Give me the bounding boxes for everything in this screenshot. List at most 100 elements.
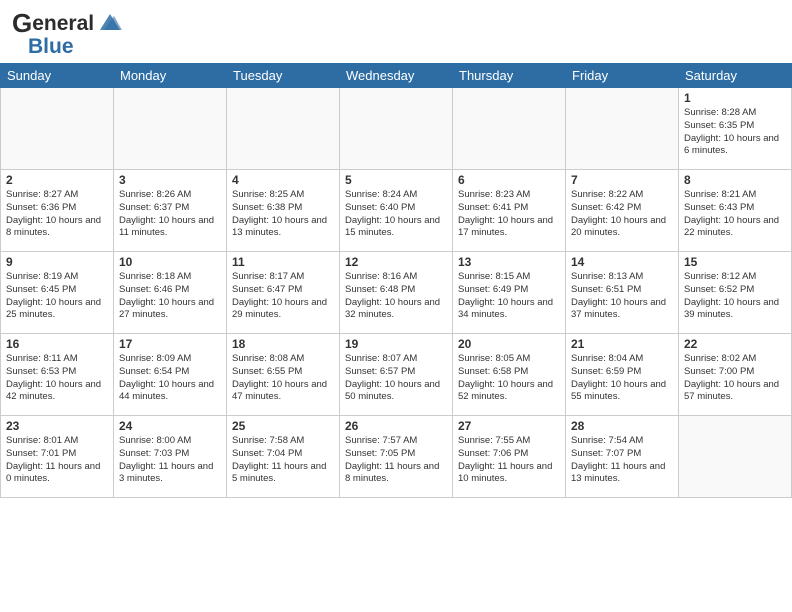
- calendar-cell: 22 Sunrise: 8:02 AM Sunset: 7:00 PM Dayli…: [679, 334, 792, 416]
- day-number: 11: [232, 255, 334, 269]
- calendar-cell: 4 Sunrise: 8:25 AM Sunset: 6:38 PM Daylig…: [227, 170, 340, 252]
- day-header-friday: Friday: [566, 64, 679, 88]
- day-info: Sunrise: 7:57 AM Sunset: 7:05 PM Dayligh…: [345, 435, 447, 486]
- day-number: 7: [571, 173, 673, 187]
- calendar-cell: [679, 416, 792, 498]
- day-number: 21: [571, 337, 673, 351]
- calendar-cell: [340, 88, 453, 170]
- calendar-cell: 15 Sunrise: 8:12 AM Sunset: 6:52 PM Dayli…: [679, 252, 792, 334]
- calendar-cell: 7 Sunrise: 8:22 AM Sunset: 6:42 PM Daylig…: [566, 170, 679, 252]
- day-number: 28: [571, 419, 673, 433]
- day-info: Sunrise: 8:11 AM Sunset: 6:53 PM Dayligh…: [6, 353, 108, 404]
- day-info: Sunrise: 8:00 AM Sunset: 7:03 PM Dayligh…: [119, 435, 221, 486]
- day-header-tuesday: Tuesday: [227, 64, 340, 88]
- calendar-cell: 23 Sunrise: 8:01 AM Sunset: 7:01 PM Dayli…: [1, 416, 114, 498]
- day-info: Sunrise: 8:26 AM Sunset: 6:37 PM Dayligh…: [119, 189, 221, 240]
- day-number: 15: [684, 255, 786, 269]
- day-info: Sunrise: 8:04 AM Sunset: 6:59 PM Dayligh…: [571, 353, 673, 404]
- calendar-cell: 19 Sunrise: 8:07 AM Sunset: 6:57 PM Dayli…: [340, 334, 453, 416]
- day-number: 19: [345, 337, 447, 351]
- calendar-cell: 5 Sunrise: 8:24 AM Sunset: 6:40 PM Daylig…: [340, 170, 453, 252]
- calendar-cell: 27 Sunrise: 7:55 AM Sunset: 7:06 PM Dayli…: [453, 416, 566, 498]
- calendar-cell: 16 Sunrise: 8:11 AM Sunset: 6:53 PM Dayli…: [1, 334, 114, 416]
- day-info: Sunrise: 8:12 AM Sunset: 6:52 PM Dayligh…: [684, 271, 786, 322]
- day-info: Sunrise: 8:13 AM Sunset: 6:51 PM Dayligh…: [571, 271, 673, 322]
- calendar-cell: [566, 88, 679, 170]
- day-info: Sunrise: 8:18 AM Sunset: 6:46 PM Dayligh…: [119, 271, 221, 322]
- day-number: 10: [119, 255, 221, 269]
- calendar-cell: 26 Sunrise: 7:57 AM Sunset: 7:05 PM Dayli…: [340, 416, 453, 498]
- day-info: Sunrise: 8:24 AM Sunset: 6:40 PM Dayligh…: [345, 189, 447, 240]
- day-info: Sunrise: 7:55 AM Sunset: 7:06 PM Dayligh…: [458, 435, 560, 486]
- day-info: Sunrise: 7:54 AM Sunset: 7:07 PM Dayligh…: [571, 435, 673, 486]
- calendar-cell: 9 Sunrise: 8:19 AM Sunset: 6:45 PM Daylig…: [1, 252, 114, 334]
- day-number: 20: [458, 337, 560, 351]
- day-info: Sunrise: 8:17 AM Sunset: 6:47 PM Dayligh…: [232, 271, 334, 322]
- calendar-cell: 28 Sunrise: 7:54 AM Sunset: 7:07 PM Dayli…: [566, 416, 679, 498]
- day-number: 5: [345, 173, 447, 187]
- day-number: 26: [345, 419, 447, 433]
- day-number: 3: [119, 173, 221, 187]
- calendar-cell: 2 Sunrise: 8:27 AM Sunset: 6:36 PM Daylig…: [1, 170, 114, 252]
- day-info: Sunrise: 8:07 AM Sunset: 6:57 PM Dayligh…: [345, 353, 447, 404]
- day-info: Sunrise: 7:58 AM Sunset: 7:04 PM Dayligh…: [232, 435, 334, 486]
- calendar-cell: 21 Sunrise: 8:04 AM Sunset: 6:59 PM Dayli…: [566, 334, 679, 416]
- day-info: Sunrise: 8:08 AM Sunset: 6:55 PM Dayligh…: [232, 353, 334, 404]
- day-number: 17: [119, 337, 221, 351]
- day-header-wednesday: Wednesday: [340, 64, 453, 88]
- calendar-cell: 10 Sunrise: 8:18 AM Sunset: 6:46 PM Dayli…: [114, 252, 227, 334]
- calendar-cell: [227, 88, 340, 170]
- calendar-cell: 3 Sunrise: 8:26 AM Sunset: 6:37 PM Daylig…: [114, 170, 227, 252]
- day-info: Sunrise: 8:23 AM Sunset: 6:41 PM Dayligh…: [458, 189, 560, 240]
- calendar-cell: 12 Sunrise: 8:16 AM Sunset: 6:48 PM Dayli…: [340, 252, 453, 334]
- day-info: Sunrise: 8:09 AM Sunset: 6:54 PM Dayligh…: [119, 353, 221, 404]
- day-header-sunday: Sunday: [1, 64, 114, 88]
- day-number: 1: [684, 91, 786, 105]
- day-info: Sunrise: 8:27 AM Sunset: 6:36 PM Dayligh…: [6, 189, 108, 240]
- day-info: Sunrise: 8:02 AM Sunset: 7:00 PM Dayligh…: [684, 353, 786, 404]
- day-info: Sunrise: 8:19 AM Sunset: 6:45 PM Dayligh…: [6, 271, 108, 322]
- calendar-cell: 13 Sunrise: 8:15 AM Sunset: 6:49 PM Dayli…: [453, 252, 566, 334]
- logo-blue: Blue: [28, 35, 74, 58]
- calendar-cell: 25 Sunrise: 7:58 AM Sunset: 7:04 PM Dayli…: [227, 416, 340, 498]
- calendar-cell: 20 Sunrise: 8:05 AM Sunset: 6:58 PM Dayli…: [453, 334, 566, 416]
- calendar-cell: 8 Sunrise: 8:21 AM Sunset: 6:43 PM Daylig…: [679, 170, 792, 252]
- logo: G eneral Blue: [12, 8, 124, 59]
- day-header-saturday: Saturday: [679, 64, 792, 88]
- day-header-thursday: Thursday: [453, 64, 566, 88]
- calendar-cell: 24 Sunrise: 8:00 AM Sunset: 7:03 PM Dayli…: [114, 416, 227, 498]
- day-info: Sunrise: 8:16 AM Sunset: 6:48 PM Dayligh…: [345, 271, 447, 322]
- day-info: Sunrise: 8:28 AM Sunset: 6:35 PM Dayligh…: [684, 107, 786, 158]
- day-number: 14: [571, 255, 673, 269]
- calendar-cell: 11 Sunrise: 8:17 AM Sunset: 6:47 PM Dayli…: [227, 252, 340, 334]
- calendar-cell: [1, 88, 114, 170]
- day-info: Sunrise: 8:25 AM Sunset: 6:38 PM Dayligh…: [232, 189, 334, 240]
- day-number: 23: [6, 419, 108, 433]
- day-info: Sunrise: 8:15 AM Sunset: 6:49 PM Dayligh…: [458, 271, 560, 322]
- day-number: 6: [458, 173, 560, 187]
- calendar-cell: 14 Sunrise: 8:13 AM Sunset: 6:51 PM Dayli…: [566, 252, 679, 334]
- day-number: 8: [684, 173, 786, 187]
- day-info: Sunrise: 8:05 AM Sunset: 6:58 PM Dayligh…: [458, 353, 560, 404]
- day-number: 18: [232, 337, 334, 351]
- day-number: 12: [345, 255, 447, 269]
- day-number: 22: [684, 337, 786, 351]
- calendar-cell: [114, 88, 227, 170]
- day-number: 25: [232, 419, 334, 433]
- calendar-cell: 18 Sunrise: 8:08 AM Sunset: 6:55 PM Dayli…: [227, 334, 340, 416]
- calendar-cell: 1 Sunrise: 8:28 AM Sunset: 6:35 PM Daylig…: [679, 88, 792, 170]
- day-number: 27: [458, 419, 560, 433]
- calendar-cell: [453, 88, 566, 170]
- calendar-cell: 17 Sunrise: 8:09 AM Sunset: 6:54 PM Dayli…: [114, 334, 227, 416]
- day-number: 13: [458, 255, 560, 269]
- day-number: 9: [6, 255, 108, 269]
- day-info: Sunrise: 8:21 AM Sunset: 6:43 PM Dayligh…: [684, 189, 786, 240]
- day-number: 16: [6, 337, 108, 351]
- day-number: 2: [6, 173, 108, 187]
- day-header-monday: Monday: [114, 64, 227, 88]
- day-info: Sunrise: 8:01 AM Sunset: 7:01 PM Dayligh…: [6, 435, 108, 486]
- day-number: 24: [119, 419, 221, 433]
- calendar-cell: 6 Sunrise: 8:23 AM Sunset: 6:41 PM Daylig…: [453, 170, 566, 252]
- day-number: 4: [232, 173, 334, 187]
- day-info: Sunrise: 8:22 AM Sunset: 6:42 PM Dayligh…: [571, 189, 673, 240]
